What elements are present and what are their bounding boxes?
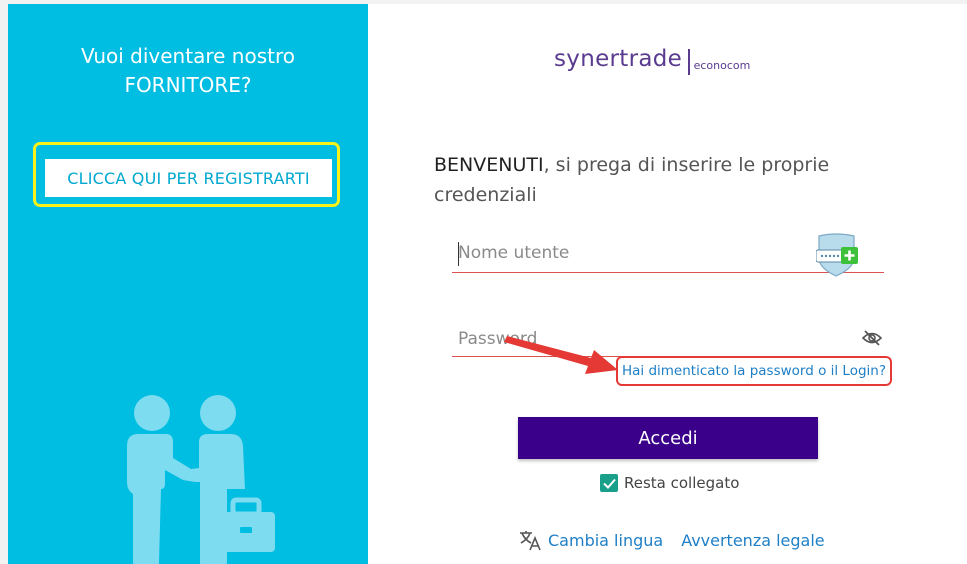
change-language-link[interactable]: Cambia lingua	[548, 531, 663, 550]
forgot-password-link[interactable]: Hai dimenticato la password o il Login?	[622, 363, 886, 379]
logo-brand-text: synertrade	[554, 46, 683, 72]
remember-checkbox[interactable]	[600, 474, 618, 492]
login-panel: synertrade econocom BENVENUTI, si prega …	[368, 4, 967, 564]
remember-me[interactable]: Resta collegato	[600, 474, 739, 492]
welcome-message: BENVENUTI, si prega di inserire le propr…	[434, 150, 904, 210]
username-field	[452, 233, 884, 277]
handshake-illustration	[127, 395, 275, 564]
annotation-arrow	[504, 336, 618, 374]
password-manager-icon[interactable]	[816, 232, 860, 278]
logo-sub-text: econocom	[693, 58, 751, 72]
register-highlight-annotation: CLICCA QUI PER REGISTRARTI	[33, 142, 340, 207]
login-button[interactable]: Accedi	[518, 417, 818, 459]
username-input[interactable]	[458, 240, 798, 266]
eye-slash-icon[interactable]	[862, 330, 882, 346]
supplier-registration-panel: Vuoi diventare nostro FORNITORE? CLICCA …	[8, 4, 368, 564]
remember-label: Resta collegato	[624, 474, 740, 492]
welcome-bold: BENVENUTI	[434, 154, 544, 176]
footer-links: Cambia lingua Avvertenza legale	[518, 528, 843, 552]
forgot-annotation-box: Hai dimenticato la password o il Login?	[616, 356, 892, 386]
register-button[interactable]: CLICCA QUI PER REGISTRARTI	[45, 159, 332, 197]
supplier-question-line1: Vuoi diventare nostro	[81, 44, 295, 68]
legal-notice-link[interactable]: Avvertenza legale	[681, 531, 824, 550]
checkmark-icon	[602, 478, 616, 489]
synertrade-logo: synertrade econocom	[554, 46, 751, 75]
supplier-question: Vuoi diventare nostro FORNITORE?	[8, 42, 368, 100]
logo-separator	[688, 49, 690, 75]
login-page: Vuoi diventare nostro FORNITORE? CLICCA …	[0, 0, 967, 564]
translate-icon	[520, 531, 541, 551]
supplier-question-line2: FORNITORE?	[124, 73, 252, 97]
